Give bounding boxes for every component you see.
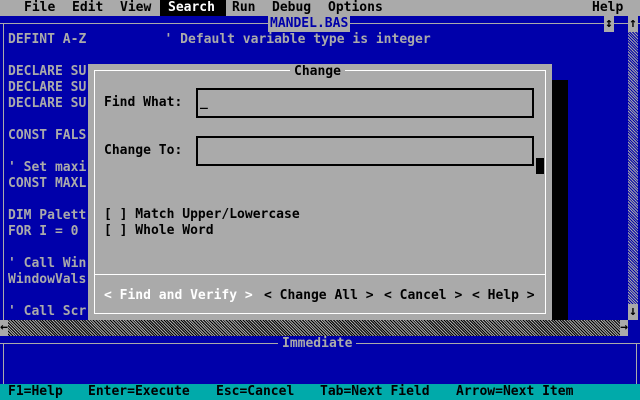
- scroll-up-icon[interactable]: ↑: [628, 16, 638, 32]
- match-case-checkbox[interactable]: [ ] Match Upper/Lowercase: [104, 207, 300, 223]
- menu-bar: File Edit View Search Run Debug Options …: [0, 0, 640, 16]
- editor-left-border: [3, 23, 4, 320]
- status-next-item: Arrow=Next Item: [456, 384, 574, 399]
- maximize-button[interactable]: ↕: [604, 16, 614, 32]
- menu-debug[interactable]: Debug: [272, 0, 311, 16]
- change-to-input[interactable]: [196, 136, 534, 166]
- help-button[interactable]: < Help >: [472, 288, 535, 304]
- code-line: ' Call Scr: [8, 304, 87, 319]
- immediate-right-border: [636, 343, 637, 384]
- code-line: WindowVals: [8, 272, 87, 287]
- code-line: DEFINT A-Z ' Default variable type is in…: [8, 32, 431, 47]
- scroll-left-icon[interactable]: ←: [0, 320, 8, 336]
- immediate-title: Immediate: [278, 336, 357, 352]
- status-help: F1=Help: [8, 384, 63, 399]
- code-line: CONST FALS: [8, 128, 87, 143]
- dialog-separator: [95, 274, 545, 275]
- immediate-left-border: [3, 343, 4, 384]
- dialog-title: Change: [290, 64, 345, 80]
- dialog-scroll-thumb: [536, 158, 544, 174]
- status-bar: F1=Help Enter=Execute Esc=Cancel Tab=Nex…: [0, 384, 640, 400]
- code-line: DECLARE SU: [8, 80, 87, 95]
- file-title: MANDEL.BAS: [268, 16, 351, 32]
- find-what-input[interactable]: _: [196, 88, 534, 118]
- find-and-verify-button[interactable]: < Find and Verify >: [104, 288, 253, 304]
- scroll-down-icon[interactable]: ↓: [628, 304, 638, 320]
- vertical-scroll-track[interactable]: [628, 32, 638, 304]
- code-line: CONST MAXL: [8, 176, 87, 191]
- status-next-field: Tab=Next Field: [320, 384, 430, 399]
- whole-word-checkbox[interactable]: [ ] Whole Word: [104, 223, 214, 239]
- code-line: DECLARE SU: [8, 64, 87, 79]
- status-execute: Enter=Execute: [88, 384, 190, 399]
- code-line: ' Call Win: [8, 256, 87, 271]
- status-cancel: Esc=Cancel: [216, 384, 295, 399]
- menu-search[interactable]: Search: [160, 0, 226, 16]
- code-line: DIM Palett: [8, 208, 87, 223]
- menu-file[interactable]: File: [24, 0, 55, 16]
- menu-edit[interactable]: Edit: [72, 0, 103, 16]
- menu-run[interactable]: Run: [232, 0, 255, 16]
- menu-help[interactable]: Help: [592, 0, 623, 16]
- horizontal-scrollbar[interactable]: [8, 320, 628, 336]
- change-to-label: Change To:: [104, 143, 183, 158]
- code-line: ' Set maxi: [8, 160, 87, 175]
- menu-view[interactable]: View: [120, 0, 151, 16]
- change-dialog: Change Find What: _ Change To: [ ] Match…: [88, 64, 552, 320]
- change-all-button[interactable]: < Change All >: [264, 288, 374, 304]
- cancel-button[interactable]: < Cancel >: [384, 288, 462, 304]
- menu-options[interactable]: Options: [328, 0, 383, 16]
- scroll-right-icon[interactable]: →: [620, 320, 628, 336]
- code-line: DECLARE SU: [8, 96, 87, 111]
- find-what-label: Find What:: [104, 95, 183, 110]
- code-line: FOR I = 0: [8, 224, 79, 239]
